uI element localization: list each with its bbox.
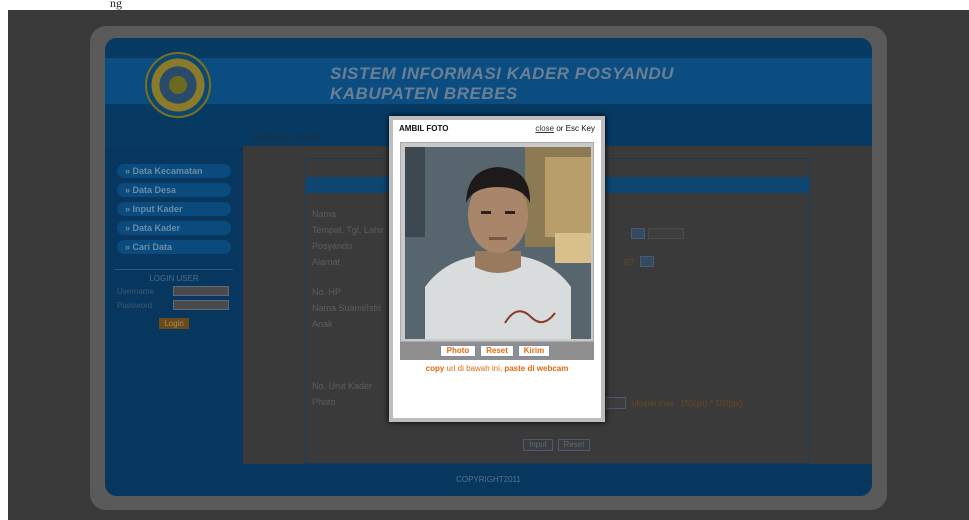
app-title-line2: KABUPATEN BREBES <box>330 84 518 103</box>
webcam-portrait-image <box>405 147 591 339</box>
input-button[interactable]: Input <box>523 439 553 451</box>
copyright-text: COPYRIGHT2011 <box>456 475 521 484</box>
sidebar-item-data-desa[interactable]: » Data Desa <box>117 183 231 197</box>
photo-capture-button[interactable]: Photo <box>440 345 476 357</box>
app-title-line1: SISTEM INFORMASI KADER POSYANDU <box>330 64 674 83</box>
reset-button[interactable]: Reset <box>558 439 590 451</box>
kabupaten-logo-icon <box>145 52 211 118</box>
login-button[interactable]: Login <box>159 318 189 329</box>
modal-close-link[interactable]: close <box>535 124 554 133</box>
webcam-controls: Photo Reset Kirim <box>400 342 594 360</box>
footer: COPYRIGHT2011 <box>105 464 872 496</box>
hint-mid: url di bawah ini, <box>444 364 505 373</box>
password-input[interactable] <box>173 300 229 310</box>
sidebar: » Data Kecamatan » Data Desa » Input Kad… <box>105 146 243 464</box>
app-title: SISTEM INFORMASI KADER POSYANDU KABUPATE… <box>330 64 674 104</box>
photo-browse-button[interactable] <box>606 397 626 409</box>
webcam-frame <box>400 142 594 342</box>
password-label: Password <box>117 301 153 310</box>
modal-title: AMBIL FOTO <box>399 124 449 133</box>
rt-select[interactable] <box>640 256 654 267</box>
sidebar-item-data-kecamatan[interactable]: » Data Kecamatan <box>117 164 231 178</box>
ambil-foto-modal: AMBIL FOTO close or Esc Key Photo Reset … <box>389 116 605 422</box>
sidebar-item-cari-data[interactable]: » Cari Data <box>117 240 231 254</box>
rt-label: RT <box>624 258 635 267</box>
username-input[interactable] <box>173 286 229 296</box>
label-anak: Anak <box>312 319 333 329</box>
sidebar-item-input-kader[interactable]: » Input Kader <box>117 202 231 216</box>
webcam-hint: copy url di bawah ini, paste di webcam <box>393 364 601 373</box>
label-nama: Nama <box>312 209 337 219</box>
label-posyandu: Posyandu <box>312 241 353 251</box>
birth-month-select[interactable] <box>631 228 645 239</box>
photo-size-hint: ukuran max : 150(px) * 150(px) <box>632 399 743 408</box>
modal-header: AMBIL FOTO close or Esc Key <box>393 120 601 138</box>
hint-paste: paste di webcam <box>504 364 569 373</box>
login-box: LOGIN USER Username Password Login <box>115 269 233 331</box>
label-tempat-tgl-lahir: Tempat, Tgl. Lahir <box>312 225 384 235</box>
breadcrumb: ESSENCE STORE <box>253 134 321 143</box>
modal-close-suffix: or Esc Key <box>554 124 595 133</box>
modal-close-hint: close or Esc Key <box>535 124 595 133</box>
label-photo: Photo <box>312 397 336 407</box>
screenshot: ng SISTEM INFORMASI KADER POSYANDU KABUP… <box>0 0 969 520</box>
label-alamat: Alamat <box>312 257 341 267</box>
sidebar-item-data-kader[interactable]: » Data Kader <box>117 221 231 235</box>
hint-copy: copy <box>425 364 445 373</box>
username-label: Username <box>117 287 154 296</box>
login-title: LOGIN USER <box>149 274 199 283</box>
label-nama-suami-istri: Nama Suami/Istri <box>312 303 382 313</box>
photo-kirim-button[interactable]: Kirim <box>518 345 550 357</box>
webcam-preview <box>405 147 591 339</box>
photo-reset-button[interactable]: Reset <box>480 345 514 357</box>
label-no-urut-kader: No. Urut Kader <box>312 381 373 391</box>
birth-year-input[interactable] <box>648 228 684 239</box>
label-no-hp: No. HP <box>312 287 342 297</box>
